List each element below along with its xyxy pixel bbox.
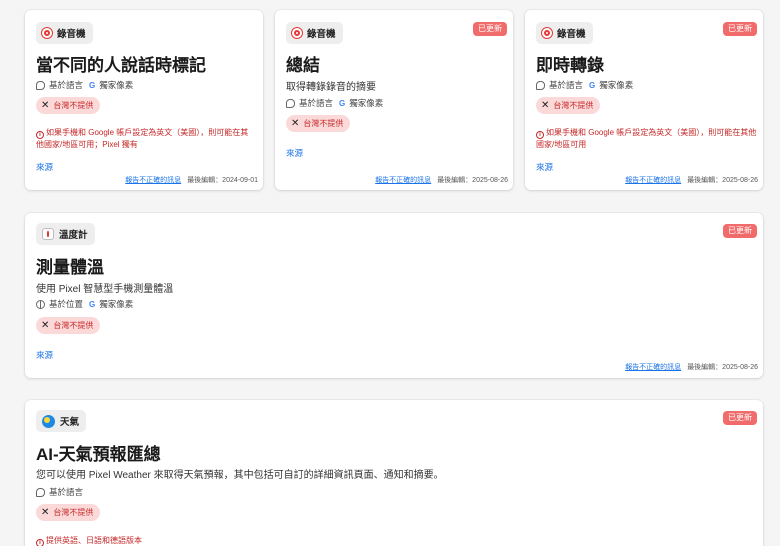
google-g-icon: G bbox=[89, 80, 96, 90]
app-name: 溫度計 bbox=[59, 230, 88, 241]
meta-exclusive: 獨家像素 bbox=[599, 80, 634, 90]
availability-note: i 提供英語、日語和德語版本 bbox=[36, 535, 436, 546]
chat-icon bbox=[286, 98, 295, 108]
globe-icon bbox=[36, 299, 45, 309]
chat-icon bbox=[36, 487, 45, 497]
source-link[interactable]: 來源 bbox=[536, 161, 553, 173]
recorder-app-icon bbox=[42, 28, 52, 38]
updated-badge: 已更新 bbox=[723, 22, 757, 36]
last-edited: 最後編輯：2025-08-26 bbox=[437, 177, 508, 184]
availability-note-text: 提供英語、日語和德語版本 bbox=[46, 536, 142, 545]
updated-badge: 已更新 bbox=[473, 22, 507, 36]
unavailable-badge: ✕ 台灣不提供 bbox=[36, 504, 101, 521]
app-chip[interactable]: 錄音機 bbox=[36, 22, 93, 44]
app-chip[interactable]: 溫度計 bbox=[36, 223, 95, 245]
feature-meta: 基於語言 G 獨家像素 bbox=[286, 97, 383, 109]
feature-card-weather-summary: 天氣 已更新 AI-天氣預報匯總 您可以使用 Pixel Weather 來取得… bbox=[25, 400, 763, 546]
last-edited: 最後編輯：2025-08-26 bbox=[687, 364, 758, 371]
google-g-icon: G bbox=[589, 80, 596, 90]
feature-description: 取得轉錄錄音的摘要 bbox=[286, 82, 376, 93]
thermometer-app-icon bbox=[42, 228, 54, 240]
info-icon: i bbox=[36, 539, 44, 546]
unavailable-label: 台灣不提供 bbox=[553, 101, 594, 110]
meta-language: 基於語言 bbox=[49, 487, 84, 497]
report-link[interactable]: 報告不正確的訊息 bbox=[125, 177, 181, 184]
unavailable-label: 台灣不提供 bbox=[53, 508, 94, 517]
unavailable-label: 台灣不提供 bbox=[53, 101, 94, 110]
card-footer: 報告不正確的訊息 最後編輯：2025-08-26 bbox=[375, 175, 508, 185]
unavailable-badge: ✕ 台灣不提供 bbox=[36, 97, 101, 114]
feature-title: AI-天氣預報匯總 bbox=[36, 445, 161, 464]
feature-card-body-temperature: 溫度計 已更新 測量體溫 使用 Pixel 智慧型手機測量體溫 基於位置 G 獨… bbox=[25, 213, 763, 378]
google-g-icon: G bbox=[89, 299, 96, 309]
close-icon: ✕ bbox=[541, 99, 550, 111]
google-g-icon: G bbox=[339, 98, 346, 108]
app-name: 錄音機 bbox=[557, 29, 586, 40]
close-icon: ✕ bbox=[291, 117, 300, 129]
chat-icon bbox=[536, 80, 545, 90]
info-icon: i bbox=[36, 131, 44, 139]
updated-badge: 已更新 bbox=[723, 224, 757, 238]
recorder-app-icon bbox=[542, 28, 552, 38]
feature-meta: 基於語言 bbox=[36, 486, 83, 498]
feature-meta: 基於語言 G 獨家像素 bbox=[536, 79, 633, 91]
feature-description: 使用 Pixel 智慧型手機測量體溫 bbox=[36, 284, 174, 295]
availability-note: i 如果手機和 Google 帳戶設定為英文（美國），則可能在其他國家/地區可用 bbox=[536, 127, 758, 151]
close-icon: ✕ bbox=[41, 506, 50, 518]
feature-card-summarize: 錄音機 已更新 總結 取得轉錄錄音的摘要 基於語言 G 獨家像素 ✕ 台灣不提供… bbox=[275, 10, 513, 190]
source-link[interactable]: 來源 bbox=[286, 147, 303, 159]
meta-language: 基於語言 bbox=[549, 80, 584, 90]
app-chip[interactable]: 錄音機 bbox=[286, 22, 343, 44]
unavailable-label: 台灣不提供 bbox=[53, 321, 94, 330]
feature-title: 即時轉錄 bbox=[536, 56, 604, 75]
meta-location: 基於位置 bbox=[49, 299, 84, 309]
feature-description: 您可以使用 Pixel Weather 來取得天氣預報，其中包括可自訂的詳細資訊… bbox=[36, 470, 444, 481]
card-footer: 報告不正確的訊息 最後編輯：2025-08-26 bbox=[625, 175, 758, 185]
source-link[interactable]: 來源 bbox=[36, 349, 53, 361]
meta-exclusive: 獨家像素 bbox=[99, 80, 134, 90]
feature-title: 總結 bbox=[286, 56, 320, 75]
unavailable-label: 台灣不提供 bbox=[303, 119, 344, 128]
report-link[interactable]: 報告不正確的訊息 bbox=[375, 177, 431, 184]
info-icon: i bbox=[536, 131, 544, 139]
availability-note: i 如果手機和 Google 帳戶設定為英文（美國），則可能在其他國家/地區可用；… bbox=[36, 127, 256, 151]
card-footer: 報告不正確的訊息 最後編輯：2024-09-01 bbox=[125, 175, 258, 185]
close-icon: ✕ bbox=[41, 99, 50, 111]
app-name: 錄音機 bbox=[57, 29, 86, 40]
chat-icon bbox=[36, 80, 45, 90]
feature-meta: 基於位置 G 獨家像素 bbox=[36, 298, 133, 310]
unavailable-badge: ✕ 台灣不提供 bbox=[536, 97, 601, 114]
feature-title: 當不同的人說話時標記 bbox=[36, 56, 206, 75]
app-name: 錄音機 bbox=[307, 29, 336, 40]
close-icon: ✕ bbox=[41, 319, 50, 331]
feature-meta: 基於語言 G 獨家像素 bbox=[36, 79, 133, 91]
recorder-app-icon bbox=[292, 28, 302, 38]
report-link[interactable]: 報告不正確的訊息 bbox=[625, 177, 681, 184]
meta-language: 基於語言 bbox=[299, 98, 334, 108]
weather-app-icon bbox=[42, 414, 55, 428]
availability-note-text: 如果手機和 Google 帳戶設定為英文（美國），則可能在其他國家/地區可用；P… bbox=[36, 128, 249, 149]
last-edited: 最後編輯：2025-08-26 bbox=[687, 177, 758, 184]
app-chip[interactable]: 天氣 bbox=[36, 410, 87, 432]
feature-card-speaker-labels: 錄音機 當不同的人說話時標記 基於語言 G 獨家像素 ✕ 台灣不提供 i 如果手機… bbox=[25, 10, 263, 190]
report-link[interactable]: 報告不正確的訊息 bbox=[625, 364, 681, 371]
source-link[interactable]: 來源 bbox=[36, 161, 53, 173]
meta-exclusive: 獨家像素 bbox=[99, 299, 134, 309]
meta-language: 基於語言 bbox=[49, 80, 84, 90]
last-edited: 最後編輯：2024-09-01 bbox=[187, 177, 258, 184]
meta-exclusive: 獨家像素 bbox=[349, 98, 384, 108]
app-chip[interactable]: 錄音機 bbox=[536, 22, 593, 44]
unavailable-badge: ✕ 台灣不提供 bbox=[36, 317, 101, 334]
unavailable-badge: ✕ 台灣不提供 bbox=[286, 115, 351, 132]
availability-note-text: 如果手機和 Google 帳戶設定為英文（美國），則可能在其他國家/地區可用 bbox=[536, 128, 757, 149]
feature-card-live-transcribe: 錄音機 已更新 即時轉錄 基於語言 G 獨家像素 ✕ 台灣不提供 i 如果手機和 … bbox=[525, 10, 763, 190]
card-footer: 報告不正確的訊息 最後編輯：2025-08-26 bbox=[625, 362, 758, 372]
updated-badge: 已更新 bbox=[723, 411, 757, 425]
feature-title: 測量體溫 bbox=[36, 258, 104, 277]
app-name: 天氣 bbox=[60, 417, 80, 428]
